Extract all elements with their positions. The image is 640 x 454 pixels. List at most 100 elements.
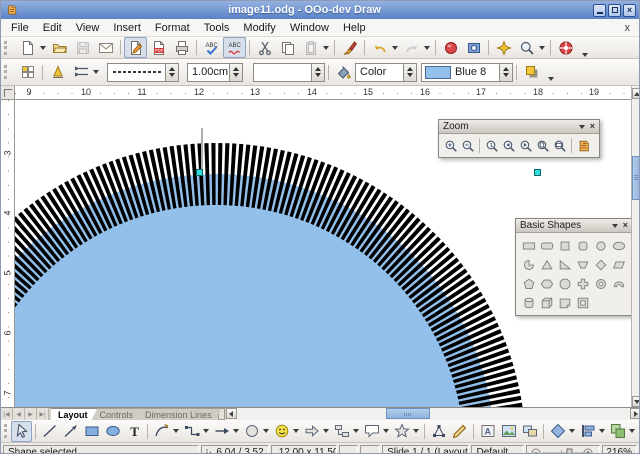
menu-window[interactable]: Window: [283, 21, 336, 35]
export-pdf-button[interactable]: [147, 37, 170, 58]
line-dialog-button[interactable]: [46, 62, 69, 83]
line-tool-button[interactable]: [39, 421, 60, 442]
shape-isosceles-triangle[interactable]: [540, 258, 554, 272]
entire-page-button[interactable]: [534, 136, 551, 155]
maximize-button[interactable]: [608, 4, 621, 17]
flowcharts-dropdown-icon[interactable]: [353, 429, 359, 433]
zoom-next-button[interactable]: [517, 136, 534, 155]
close-button[interactable]: ×: [623, 4, 636, 17]
toolbar-overflow-button[interactable]: [578, 39, 593, 57]
minimize-button[interactable]: [593, 4, 606, 17]
edit-points-button[interactable]: [428, 421, 449, 442]
symbol-shapes-button[interactable]: [271, 421, 292, 442]
scroll-left-button[interactable]: [226, 408, 237, 419]
vertical-ruler[interactable]: 3 4 5 6 7: [1, 100, 15, 407]
tab-controls[interactable]: Controls: [93, 408, 144, 420]
last-slide-button[interactable]: ▶|: [37, 408, 49, 420]
basic-shapes-dropdown-icon[interactable]: [263, 429, 269, 433]
selection-handle[interactable]: [196, 169, 203, 176]
cut-button[interactable]: [253, 37, 276, 58]
shape-square[interactable]: [558, 239, 572, 253]
autospellcheck-button[interactable]: [223, 37, 246, 58]
zoom-slider[interactable]: [526, 445, 600, 454]
flowcharts-button[interactable]: [331, 421, 352, 442]
tab-dimension-lines[interactable]: Dimension Lines: [138, 408, 222, 420]
alignment-button[interactable]: [577, 421, 598, 442]
menu-file[interactable]: File: [4, 21, 36, 35]
line-style-select[interactable]: [107, 63, 179, 82]
basic-shapes-palette[interactable]: Basic Shapes ×: [515, 218, 631, 316]
zoom-palette[interactable]: Zoom ×: [438, 119, 600, 158]
palette-menu-icon[interactable]: [579, 125, 585, 129]
line-style-spinner[interactable]: [165, 64, 178, 81]
glue-points-button[interactable]: [449, 421, 470, 442]
redo-button[interactable]: [400, 37, 423, 58]
zoom-button[interactable]: [515, 37, 538, 58]
shape-ellipse[interactable]: [612, 239, 626, 253]
menu-tools[interactable]: Tools: [197, 21, 237, 35]
copy-button[interactable]: [276, 37, 299, 58]
toolbar-overflow-button[interactable]: [544, 63, 559, 81]
shape-block-arc[interactable]: [612, 277, 626, 291]
gallery-button[interactable]: [519, 421, 540, 442]
toolbar-grip[interactable]: [4, 424, 7, 438]
zoom-100-button[interactable]: [483, 136, 500, 155]
connector-tool-button[interactable]: [181, 421, 202, 442]
horizontal-scrollbar[interactable]: [226, 408, 640, 420]
arrange-button[interactable]: [607, 421, 628, 442]
from-file-button[interactable]: [498, 421, 519, 442]
menu-view[interactable]: View: [69, 21, 107, 35]
zoom-out-button[interactable]: [459, 136, 476, 155]
text-tool-button[interactable]: [123, 421, 144, 442]
basic-shapes-button[interactable]: [241, 421, 262, 442]
scroll-down-button[interactable]: [632, 396, 640, 407]
line-width-spinner[interactable]: [229, 64, 242, 81]
connector-dropdown-icon[interactable]: [203, 429, 209, 433]
page-style-cell[interactable]: Default: [471, 445, 524, 454]
lines-arrows-dropdown-icon[interactable]: [233, 429, 239, 433]
lines-arrows-button[interactable]: [211, 421, 232, 442]
symbol-shapes-dropdown-icon[interactable]: [293, 429, 299, 433]
title-bar[interactable]: image11.odg - OOo-dev Draw ×: [1, 1, 639, 19]
shadow-button[interactable]: [520, 62, 543, 83]
dashed-circle-shape[interactable]: [15, 174, 495, 407]
open-button[interactable]: [48, 37, 71, 58]
shape-diamond[interactable]: [594, 258, 608, 272]
next-slide-button[interactable]: ▶: [25, 408, 37, 420]
navigator-button[interactable]: [462, 37, 485, 58]
shape-circle-pie[interactable]: [522, 258, 536, 272]
callouts-button[interactable]: [361, 421, 382, 442]
shape-parallelogram[interactable]: [612, 258, 626, 272]
toolbar-grip[interactable]: [4, 41, 12, 55]
rotate-dropdown-icon[interactable]: [569, 429, 575, 433]
new-document-button[interactable]: [16, 37, 39, 58]
undo-button[interactable]: [368, 37, 391, 58]
shape-cross[interactable]: [576, 277, 590, 291]
arrow-tool-button[interactable]: [60, 421, 81, 442]
line-color-select[interactable]: [253, 63, 325, 82]
zoom-palette-titlebar[interactable]: Zoom ×: [439, 120, 599, 134]
selection-handle[interactable]: [534, 169, 541, 176]
zoom-in-button[interactable]: [442, 136, 459, 155]
fill-style-select[interactable]: Color: [355, 63, 417, 82]
block-arrows-dropdown-icon[interactable]: [323, 429, 329, 433]
undo-dropdown-icon[interactable]: [392, 46, 398, 50]
page-width-button[interactable]: [551, 136, 568, 155]
horizontal-ruler[interactable]: 9 10 11 12 13 14 15 16 17 18 19: [15, 86, 631, 100]
shape-rounded-rectangle[interactable]: [540, 239, 554, 253]
arrow-style-dropdown-icon[interactable]: [93, 70, 99, 74]
zoom-slider-control[interactable]: [531, 447, 593, 454]
ellipse-tool-button[interactable]: [102, 421, 123, 442]
menu-insert[interactable]: Insert: [106, 21, 148, 35]
shape-cylinder[interactable]: [522, 296, 536, 310]
paste-button[interactable]: [299, 37, 322, 58]
first-slide-button[interactable]: |◀: [1, 408, 13, 420]
zoom-dropdown-icon[interactable]: [539, 46, 545, 50]
document-close-button[interactable]: x: [616, 22, 640, 34]
format-paintbrush-button[interactable]: [338, 37, 361, 58]
rectangle-tool-button[interactable]: [81, 421, 102, 442]
area-dialog-button[interactable]: [332, 62, 355, 83]
scroll-up-button[interactable]: [632, 88, 640, 99]
arrange-dropdown-icon[interactable]: [629, 429, 635, 433]
menu-edit[interactable]: Edit: [36, 21, 69, 35]
